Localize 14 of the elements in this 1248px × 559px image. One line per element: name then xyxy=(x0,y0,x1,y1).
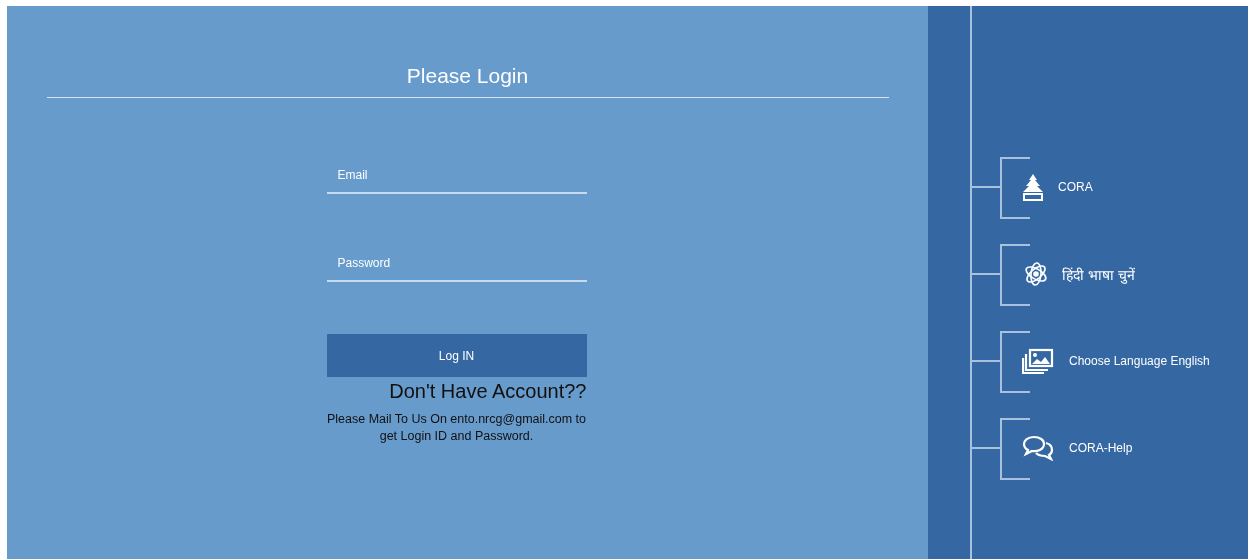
sidebar-link[interactable]: हिंदी भाषा चुनें xyxy=(1022,259,1135,289)
page-title: Please Login xyxy=(46,64,889,98)
login-button[interactable]: Log IN xyxy=(326,334,587,377)
input-field[interactable]: Password xyxy=(326,246,587,282)
sidebar-link[interactable]: CORA-Help xyxy=(1022,435,1133,461)
sidebar-link[interactable]: Choose Language English xyxy=(1022,348,1210,374)
no-account-heading: Don't Have Account?? xyxy=(388,380,587,403)
sidebar-link[interactable]: CORA xyxy=(1022,173,1093,201)
atom-icon xyxy=(1022,259,1050,289)
tree-icon xyxy=(1022,173,1044,201)
contact-message: Please Mail To Us On ento.nrcg@gmail.com to get Login ID and Password. xyxy=(325,411,588,445)
input-field[interactable]: Email xyxy=(326,158,587,194)
chat-icon xyxy=(1022,435,1054,461)
images-icon xyxy=(1022,348,1054,374)
